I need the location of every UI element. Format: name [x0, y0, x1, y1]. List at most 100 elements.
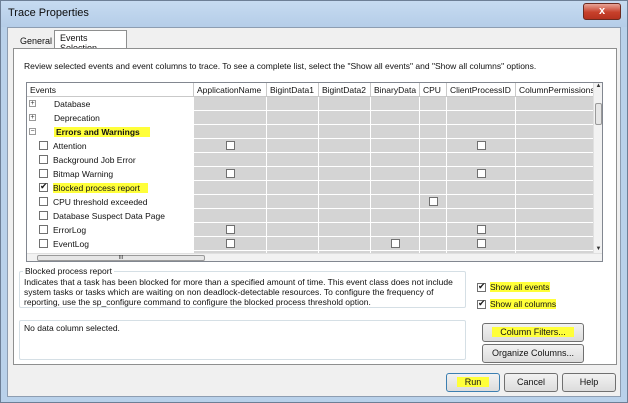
grid-cell[interactable] [267, 223, 319, 237]
column-header[interactable]: BigintData1 [267, 83, 319, 97]
grid-cell[interactable] [319, 97, 371, 111]
column-filters-button[interactable]: Column Filters... [482, 323, 584, 342]
column-checkbox[interactable] [226, 169, 235, 178]
grid-cell[interactable] [371, 223, 420, 237]
column-header[interactable]: Events [27, 83, 194, 97]
grid-cell[interactable] [319, 125, 371, 139]
grid-cell[interactable] [371, 181, 420, 195]
show-all-columns-checkbox[interactable] [477, 298, 486, 309]
column-header[interactable]: BigintData2 [319, 83, 371, 97]
grid-cell[interactable] [420, 139, 447, 153]
expand-icon[interactable]: + [29, 100, 36, 107]
event-checkbox[interactable] [39, 211, 48, 220]
tab-events-selection[interactable]: Events Selection [54, 30, 127, 53]
collapse-icon[interactable]: − [29, 128, 36, 135]
horizontal-scroll-thumb[interactable]: III [37, 255, 205, 261]
grid-cell[interactable] [447, 237, 516, 251]
scroll-thumb[interactable] [595, 103, 602, 125]
grid-cell[interactable] [267, 167, 319, 181]
grid-cell[interactable] [516, 111, 595, 125]
column-checkbox[interactable] [477, 169, 486, 178]
grid-cell[interactable] [194, 167, 267, 181]
column-header[interactable]: CPU [420, 83, 447, 97]
grid-cell[interactable] [447, 139, 516, 153]
grid-cell[interactable] [447, 223, 516, 237]
grid-cell[interactable] [420, 195, 447, 209]
grid-cell[interactable] [194, 223, 267, 237]
grid-cell[interactable] [516, 139, 595, 153]
run-button[interactable]: Run [446, 373, 500, 392]
column-checkbox[interactable] [391, 239, 400, 248]
grid-cell[interactable] [194, 181, 267, 195]
grid-cell[interactable] [194, 153, 267, 167]
grid-cell[interactable] [516, 153, 595, 167]
grid-cell[interactable] [420, 223, 447, 237]
event-row[interactable]: ErrorLog [27, 223, 595, 237]
event-row[interactable]: Database Suspect Data Page [27, 209, 595, 223]
grid-cell[interactable] [371, 153, 420, 167]
grid-cell[interactable] [371, 209, 420, 223]
organize-columns-button[interactable]: Organize Columns... [482, 344, 584, 363]
grid-cell[interactable] [447, 167, 516, 181]
column-checkbox[interactable] [477, 225, 486, 234]
show-all-columns-option[interactable]: Show all columns [477, 298, 559, 312]
column-header[interactable]: BinaryData [371, 83, 420, 97]
vertical-scrollbar[interactable]: ▲ ▼ [593, 83, 602, 255]
cancel-button[interactable]: Cancel [504, 373, 558, 392]
event-checkbox[interactable] [39, 169, 48, 178]
grid-cell[interactable] [319, 209, 371, 223]
events-grid[interactable]: Events ApplicationName BigintData1 BigintDa… [26, 82, 603, 262]
column-checkbox[interactable] [226, 239, 235, 248]
grid-cell[interactable] [371, 195, 420, 209]
grid-cell[interactable] [447, 209, 516, 223]
event-category-row[interactable]: + Database [27, 97, 595, 111]
grid-cell[interactable] [516, 237, 595, 251]
grid-cell[interactable] [420, 111, 447, 125]
grid-cell[interactable] [267, 153, 319, 167]
grid-cell[interactable] [319, 181, 371, 195]
expand-icon[interactable]: + [29, 114, 36, 121]
grid-cell[interactable] [267, 111, 319, 125]
grid-cell[interactable] [319, 139, 371, 153]
grid-cell[interactable] [371, 125, 420, 139]
column-header[interactable]: ClientProcessID [447, 83, 516, 97]
event-checkbox[interactable] [39, 181, 48, 192]
horizontal-scrollbar[interactable]: III [27, 253, 602, 261]
event-row[interactable]: Attention [27, 139, 595, 153]
grid-cell[interactable] [516, 167, 595, 181]
grid-cell[interactable] [447, 111, 516, 125]
grid-cell[interactable] [516, 125, 595, 139]
column-checkbox[interactable] [429, 197, 438, 206]
grid-cell[interactable] [420, 181, 447, 195]
grid-cell[interactable] [447, 153, 516, 167]
grid-cell[interactable] [371, 167, 420, 181]
grid-cell[interactable] [420, 125, 447, 139]
grid-cell[interactable] [420, 153, 447, 167]
event-checkbox[interactable] [39, 197, 48, 206]
grid-cell[interactable] [319, 195, 371, 209]
close-button[interactable]: x [583, 3, 621, 20]
grid-cell[interactable] [516, 195, 595, 209]
grid-cell[interactable] [267, 139, 319, 153]
grid-cell[interactable] [267, 181, 319, 195]
grid-cell[interactable] [447, 195, 516, 209]
grid-cell[interactable] [420, 97, 447, 111]
column-header[interactable]: ColumnPermissions [516, 83, 595, 97]
event-category-row[interactable]: + Deprecation [27, 111, 595, 125]
grid-cell[interactable] [447, 181, 516, 195]
event-checkbox[interactable] [39, 239, 48, 248]
column-checkbox[interactable] [477, 239, 486, 248]
title-bar[interactable]: Trace Properties x [1, 1, 627, 27]
grid-cell[interactable] [319, 111, 371, 125]
event-row[interactable]: Background Job Error [27, 153, 595, 167]
grid-cell[interactable] [319, 223, 371, 237]
grid-cell[interactable] [371, 111, 420, 125]
grid-cell[interactable] [420, 167, 447, 181]
event-category-row[interactable]: − Errors and Warnings [27, 125, 595, 139]
grid-cell[interactable] [319, 153, 371, 167]
show-all-events-checkbox[interactable] [477, 281, 486, 292]
event-row[interactable]: Bitmap Warning [27, 167, 595, 181]
event-checkbox[interactable] [39, 141, 48, 150]
event-checkbox[interactable] [39, 225, 48, 234]
grid-cell[interactable] [516, 223, 595, 237]
